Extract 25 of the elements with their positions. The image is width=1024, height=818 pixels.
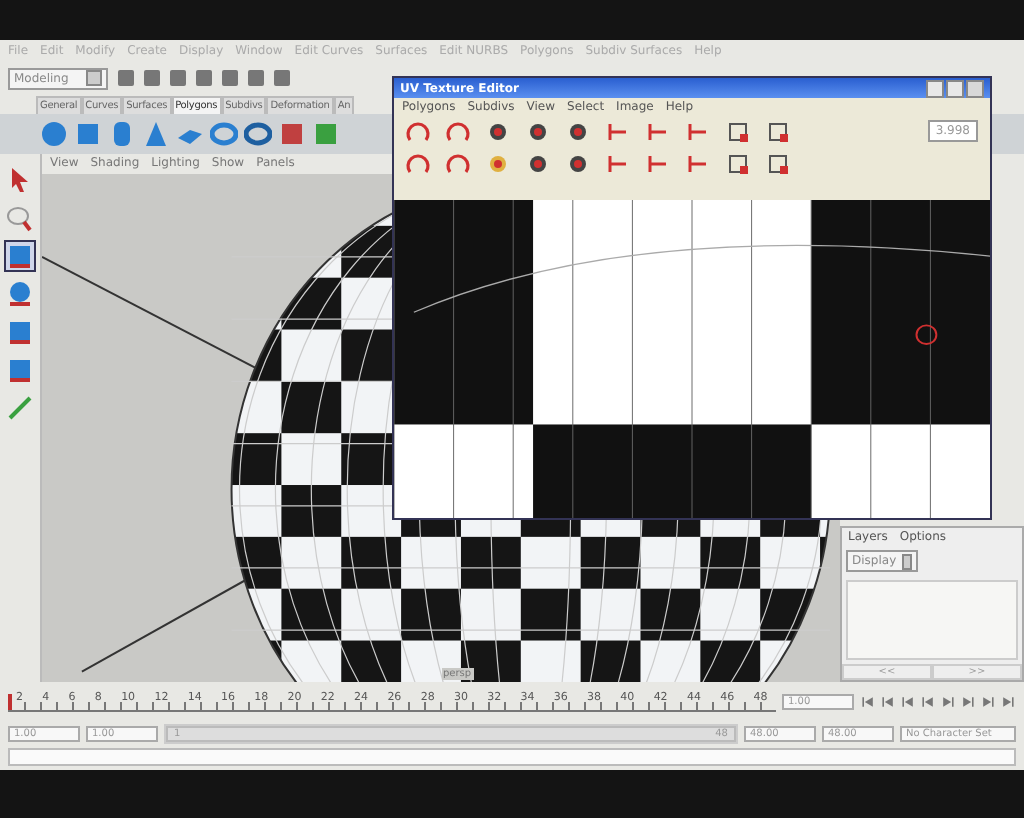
- align-left-icon[interactable]: [606, 120, 630, 144]
- playback-icon[interactable]: [980, 694, 996, 710]
- play-icon[interactable]: [940, 694, 956, 710]
- cube-icon[interactable]: [6, 318, 34, 346]
- minimize-button[interactable]: [926, 79, 944, 97]
- sphere-icon[interactable]: [40, 120, 68, 148]
- playback-icon[interactable]: [1000, 694, 1016, 710]
- cube-icon[interactable]: [6, 356, 34, 384]
- cube-icon[interactable]: [312, 120, 340, 148]
- playback-icon[interactable]: [860, 694, 876, 710]
- playback-icon[interactable]: [960, 694, 976, 710]
- cube-icon[interactable]: [74, 120, 102, 148]
- align-bottom-icon[interactable]: [686, 120, 710, 144]
- playback-icon[interactable]: [920, 694, 936, 710]
- current-time-marker[interactable]: [8, 694, 12, 710]
- torus-icon[interactable]: [210, 120, 238, 148]
- close-button[interactable]: [966, 79, 984, 97]
- maximize-button[interactable]: [946, 79, 964, 97]
- cylinder-icon[interactable]: [108, 120, 136, 148]
- ring-icon[interactable]: [244, 120, 272, 148]
- playback-icon[interactable]: [880, 694, 896, 710]
- cone-icon[interactable]: [142, 120, 170, 148]
- align-right-icon[interactable]: [646, 120, 670, 144]
- sphere-icon[interactable]: [6, 280, 34, 308]
- playback-icon[interactable]: [900, 694, 916, 710]
